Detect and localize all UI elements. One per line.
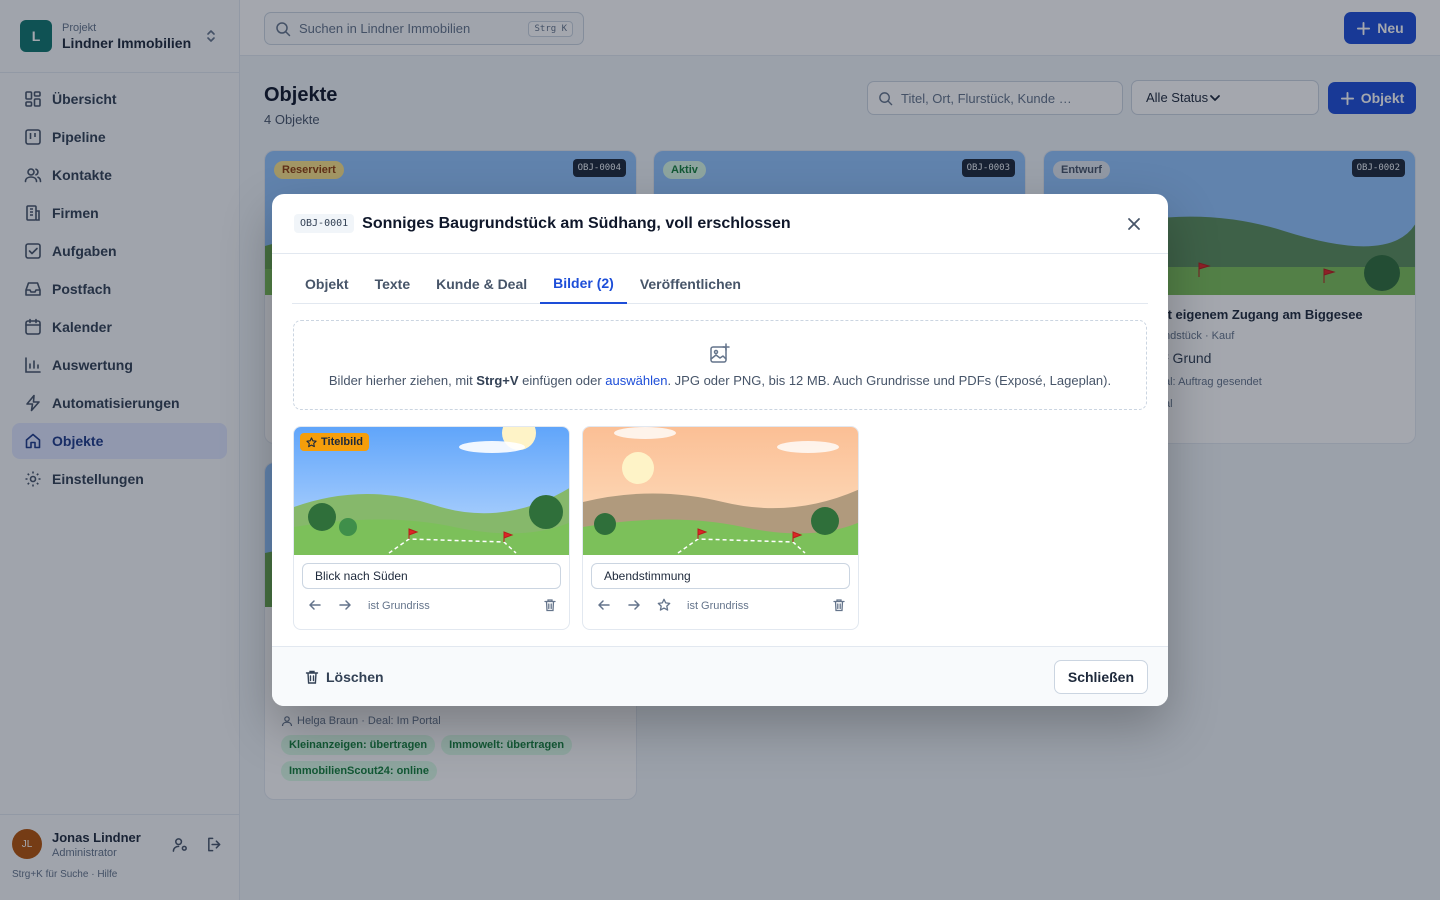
star-icon	[306, 436, 321, 448]
trash-icon	[304, 669, 326, 685]
arrow-left-icon[interactable]	[308, 598, 324, 614]
close-icon[interactable]	[1122, 212, 1146, 236]
star-icon[interactable]	[657, 598, 673, 614]
arrow-right-icon[interactable]	[627, 598, 643, 614]
close-button[interactable]: Schließen	[1053, 659, 1148, 694]
image-preview[interactable]	[583, 427, 858, 555]
dropzone-text: Bilder hierher ziehen, mit Strg+V einfüg…	[328, 372, 1112, 388]
modal-footer: Löschen Schließen	[272, 646, 1168, 706]
tab-kunde-deal[interactable]: Kunde & Deal	[423, 264, 540, 304]
tab-veroeffentlichen[interactable]: Veröffentlichen	[627, 264, 754, 304]
modal-header: OBJ-0001 Sonniges Baugrundstück am Südha…	[272, 194, 1168, 254]
image-actions: ist Grundriss	[597, 596, 848, 616]
modal-object-id: OBJ-0001	[294, 214, 355, 233]
tab-texte[interactable]: Texte	[362, 264, 424, 304]
image-dropzone[interactable]: Bilder hierher ziehen, mit Strg+V einfüg…	[293, 320, 1147, 410]
select-files-link[interactable]: auswählen	[605, 373, 667, 388]
delete-button[interactable]: Löschen	[304, 669, 384, 685]
arrow-right-icon[interactable]	[338, 598, 354, 614]
floorplan-toggle[interactable]: ist Grundriss	[687, 600, 749, 612]
modal-title: Sonniges Baugrundstück am Südhang, voll …	[362, 214, 791, 232]
image-caption-input[interactable]: Blick nach Süden	[302, 563, 561, 589]
image-preview[interactable]: Titelbild	[294, 427, 569, 555]
image-caption-input[interactable]: Abendstimmung	[591, 563, 850, 589]
modal-tabs: Objekt Texte Kunde & Deal Bilder (2) Ver…	[292, 264, 1148, 304]
floorplan-toggle[interactable]: ist Grundriss	[368, 600, 430, 612]
image-card: Abendstimmung ist Grundriss	[582, 426, 859, 630]
trash-icon[interactable]	[832, 598, 848, 614]
tab-objekt[interactable]: Objekt	[292, 264, 362, 304]
tab-bilder[interactable]: Bilder (2)	[540, 264, 627, 304]
image-card: Titelbild Blick nach Süden ist Grundriss	[293, 426, 570, 630]
arrow-left-icon[interactable]	[597, 598, 613, 614]
object-modal: OBJ-0001 Sonniges Baugrundstück am Südha…	[272, 194, 1168, 706]
image-add-icon	[709, 342, 731, 373]
title-image-label: Titelbild	[321, 436, 363, 448]
image-actions: ist Grundriss	[308, 596, 559, 616]
trash-icon[interactable]	[543, 598, 559, 614]
title-image-badge: Titelbild	[300, 433, 369, 451]
delete-label: Löschen	[326, 668, 384, 685]
